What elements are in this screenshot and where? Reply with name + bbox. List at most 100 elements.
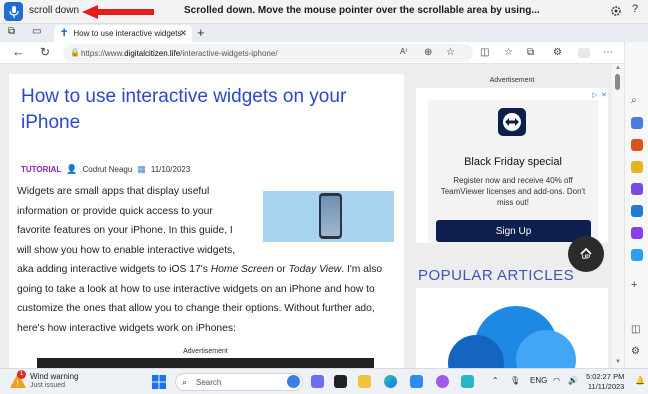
lock-icon[interactable]: 🔒	[70, 48, 80, 57]
profile-icon[interactable]	[578, 48, 590, 58]
search-placeholder: Search	[196, 377, 222, 387]
voice-command-text: scroll down	[29, 5, 80, 16]
up-label: UP	[581, 255, 591, 261]
scroll-down-arrow-icon[interactable]: ▼	[615, 359, 621, 365]
sidebar-settings-icon[interactable]: ⚙	[631, 346, 643, 358]
back-icon[interactable]: ←	[12, 44, 25, 59]
sidebar-ad-label: Advertisement	[489, 77, 535, 84]
weather-subtitle: Just issued	[30, 382, 66, 389]
inline-advertisement[interactable]: Advertisement	[37, 348, 374, 368]
svg-text:!: !	[17, 379, 19, 388]
ad-choices-icon[interactable]: ▷	[592, 91, 597, 99]
extensions-icon[interactable]: ⚙	[553, 47, 562, 58]
outlook-icon[interactable]	[631, 205, 643, 217]
site-favicon-icon: ✝	[60, 28, 69, 39]
ad-label: Advertisement	[183, 348, 228, 355]
weather-title: Wind warning	[30, 372, 79, 381]
volume-icon[interactable]: 🔊	[568, 376, 578, 385]
more-menu-icon[interactable]: ⋯	[603, 47, 613, 58]
teamviewer-logo-icon	[498, 108, 526, 136]
onedrive-cloud-icon	[448, 306, 576, 368]
scroll-up-arrow-icon[interactable]: ▲	[615, 65, 621, 71]
clock[interactable]: 5:02:27 PM 11/11/2023	[586, 372, 624, 392]
red-arrow-annotation	[82, 5, 154, 19]
paragraph-line: aka adding interactive widgets to iOS 17…	[17, 264, 383, 275]
edge-sidebar: ⌕ + ◫ ⚙	[624, 42, 648, 368]
taskbar: ! 1 Wind warning Just issued ⌕ Search ⌃ …	[0, 368, 648, 394]
chevron-up-icon	[580, 247, 592, 255]
voice-access-bar: scroll down Scrolled down. Move the mous…	[0, 0, 648, 24]
app-icon[interactable]	[436, 375, 449, 388]
ad-banner[interactable]	[37, 358, 374, 368]
sidebar-advertisement[interactable]: ▷ ✕ Black Friday special Register now an…	[416, 88, 608, 243]
ad-text: Register now and receive 40% off TeamVie…	[440, 176, 586, 207]
taskbar-search[interactable]: ⌕ Search	[175, 373, 303, 391]
popular-article-card[interactable]	[416, 288, 608, 368]
refresh-icon[interactable]: ↻	[40, 45, 50, 59]
tab-active[interactable]: ✝ How to use interactive widgets o ✕	[54, 25, 192, 42]
terminal-icon[interactable]	[334, 375, 347, 388]
favorites-icon[interactable]: ☆	[504, 47, 513, 58]
author-link[interactable]: Codrut Neagu	[83, 165, 133, 174]
close-tab-icon[interactable]: ✕	[179, 28, 187, 39]
search-icon: ⌕	[182, 377, 188, 387]
language-indicator[interactable]: ENG	[530, 376, 547, 385]
tab-strip: ⧉ ▭ ✝ How to use interactive widgets o ✕…	[0, 24, 648, 42]
article-body: Widgets are small apps that display usef…	[17, 182, 382, 338]
settings-icon[interactable]	[610, 4, 622, 22]
office-icon[interactable]	[631, 183, 643, 195]
paragraph-line: here's how interactive widgets work on i…	[17, 322, 236, 334]
ad-close-icon[interactable]: ✕	[601, 91, 607, 99]
category-link[interactable]: TUTORIAL	[21, 165, 61, 174]
paragraph-line: going to take a look at how to use inter…	[17, 283, 375, 295]
widgets-icon[interactable]	[311, 375, 324, 388]
show-hidden-icons-icon[interactable]: ⌃	[492, 376, 499, 385]
shopping-icon[interactable]	[631, 117, 643, 129]
article-card: How to use interactive widgets on your i…	[9, 74, 404, 368]
url-prefix: https://www.	[81, 48, 125, 58]
microphone-tray-icon[interactable]: 🎙	[510, 376, 520, 385]
clock-time: 5:02:27 PM	[586, 372, 625, 381]
search-icon[interactable]: ⌕	[631, 95, 643, 107]
page-scrollbar[interactable]: ▲ ▼	[612, 64, 624, 368]
split-screen-icon[interactable]: ◫	[480, 47, 489, 58]
wifi-icon[interactable]: ◠	[553, 376, 560, 385]
add-icon[interactable]: +	[631, 279, 643, 291]
photos-icon[interactable]	[461, 375, 474, 388]
calendar-icon: ▦	[137, 164, 146, 174]
paragraph-line: favorite features on your iPhone. In thi…	[17, 225, 233, 236]
publish-date: 11/10/2023	[150, 165, 191, 174]
copilot-taskbar-icon[interactable]	[287, 375, 300, 388]
notification-badge: 1	[17, 370, 26, 379]
tools-icon[interactable]	[631, 139, 643, 151]
designer-icon[interactable]	[631, 227, 643, 239]
clock-date: 11/11/2023	[587, 382, 625, 391]
games-icon[interactable]	[631, 161, 643, 173]
voice-status-message: Scrolled down. Move the mouse pointer ov…	[184, 5, 540, 16]
url-field[interactable]: https://www. digitalcitizen.life/interact…	[63, 44, 473, 62]
ad-content: Black Friday special Register now and re…	[428, 100, 598, 243]
scrollbar-thumb[interactable]	[615, 74, 620, 90]
new-tab-icon[interactable]: +	[197, 25, 205, 40]
author-icon: 👤	[66, 164, 78, 174]
sidebar-toggle-icon[interactable]: ◫	[631, 324, 643, 336]
microphone-icon[interactable]	[4, 2, 23, 21]
notifications-icon[interactable]: 🔔	[635, 376, 645, 385]
weather-widget[interactable]: ! 1	[9, 370, 27, 394]
help-icon[interactable]: ?	[632, 3, 638, 15]
tab-actions-icon[interactable]: ▭	[32, 26, 41, 37]
tab-title: How to use interactive widgets o	[73, 29, 182, 38]
url-path: /interactive-widgets-iphone/	[180, 48, 278, 58]
zoom-icon[interactable]: ⊕	[424, 47, 432, 58]
store-icon[interactable]	[410, 375, 423, 388]
read-aloud-icon[interactable]: A⁾	[400, 47, 407, 56]
file-explorer-icon[interactable]	[358, 375, 371, 388]
edge-taskbar-icon[interactable]	[384, 375, 397, 388]
collections-icon[interactable]: ⧉	[527, 47, 534, 58]
windows-start-icon[interactable]	[152, 375, 166, 389]
workspaces-icon[interactable]: ⧉	[8, 26, 15, 37]
drop-icon[interactable]	[631, 249, 643, 261]
paragraph-line: will show you how to enable interactive …	[17, 244, 236, 256]
sign-up-button[interactable]: Sign Up	[436, 220, 591, 242]
favorite-star-icon[interactable]: ☆	[446, 47, 455, 58]
